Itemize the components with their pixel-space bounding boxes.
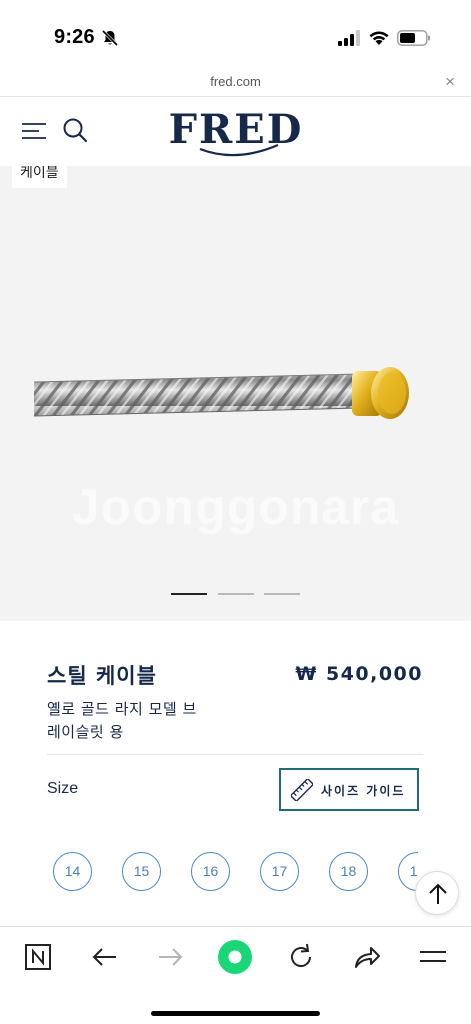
carousel-dot-2[interactable]: [218, 593, 254, 595]
size-option[interactable]: 14: [53, 852, 92, 891]
product-subtitle: 옐로 골드 라지 모델 브레이슬릿 용: [47, 700, 197, 741]
watermark: Joonggonara: [71, 479, 400, 535]
size-option[interactable]: 15: [122, 852, 161, 891]
status-time: 9:26: [54, 26, 95, 48]
scroll-to-top-button[interactable]: [415, 871, 459, 915]
share-icon[interactable]: [351, 941, 383, 973]
size-guide-label: 사이즈 가이드: [321, 784, 406, 798]
hamburger-menu-icon[interactable]: [22, 122, 46, 140]
carousel-dot-3[interactable]: [264, 593, 300, 595]
url-domain[interactable]: fred.com: [0, 74, 471, 89]
menu-icon[interactable]: [417, 941, 449, 973]
reload-icon[interactable]: [285, 941, 317, 973]
cellular-signal-icon: [338, 30, 360, 46]
browser-toolbar: [0, 926, 471, 1024]
home-indicator: [151, 1011, 320, 1016]
green-circle-icon[interactable]: [216, 938, 254, 976]
product-gallery[interactable]: 케이블 Joonggonara: [0, 166, 471, 621]
logo-text: FRED: [169, 106, 304, 153]
wifi-icon: [369, 31, 389, 45]
status-bar: 9:26: [0, 0, 471, 70]
size-guide-button[interactable]: 사이즈 가이드: [279, 768, 419, 811]
url-bar[interactable]: fred.com ×: [0, 70, 471, 97]
search-icon[interactable]: [62, 117, 88, 143]
close-icon[interactable]: ×: [445, 72, 455, 92]
fred-logo[interactable]: FRED: [160, 99, 312, 159]
back-arrow-icon[interactable]: [89, 941, 121, 973]
site-header: FRED: [0, 97, 471, 166]
divider: [47, 754, 423, 755]
product-price: ₩ 540,000: [295, 663, 423, 685]
forward-arrow-icon[interactable]: [154, 941, 186, 973]
size-option[interactable]: 19: [398, 852, 418, 891]
product-title: 스틸 케이블: [47, 664, 157, 688]
size-label: Size: [47, 780, 79, 797]
arrow-up-icon: [429, 883, 447, 904]
product-image: [33, 367, 409, 419]
carousel-dot-1[interactable]: [171, 593, 207, 595]
category-badge: 케이블: [12, 166, 67, 188]
size-option[interactable]: 16: [191, 852, 230, 891]
bell-slash-icon: [101, 29, 119, 47]
carousel-indicator: [0, 593, 471, 597]
battery-icon: [397, 30, 430, 46]
size-options: 14 15 16 17 18 19: [0, 852, 418, 892]
size-option[interactable]: 18: [329, 852, 368, 891]
naver-n-icon[interactable]: [22, 941, 54, 973]
ruler-icon: [291, 779, 313, 801]
size-option[interactable]: 17: [260, 852, 299, 891]
